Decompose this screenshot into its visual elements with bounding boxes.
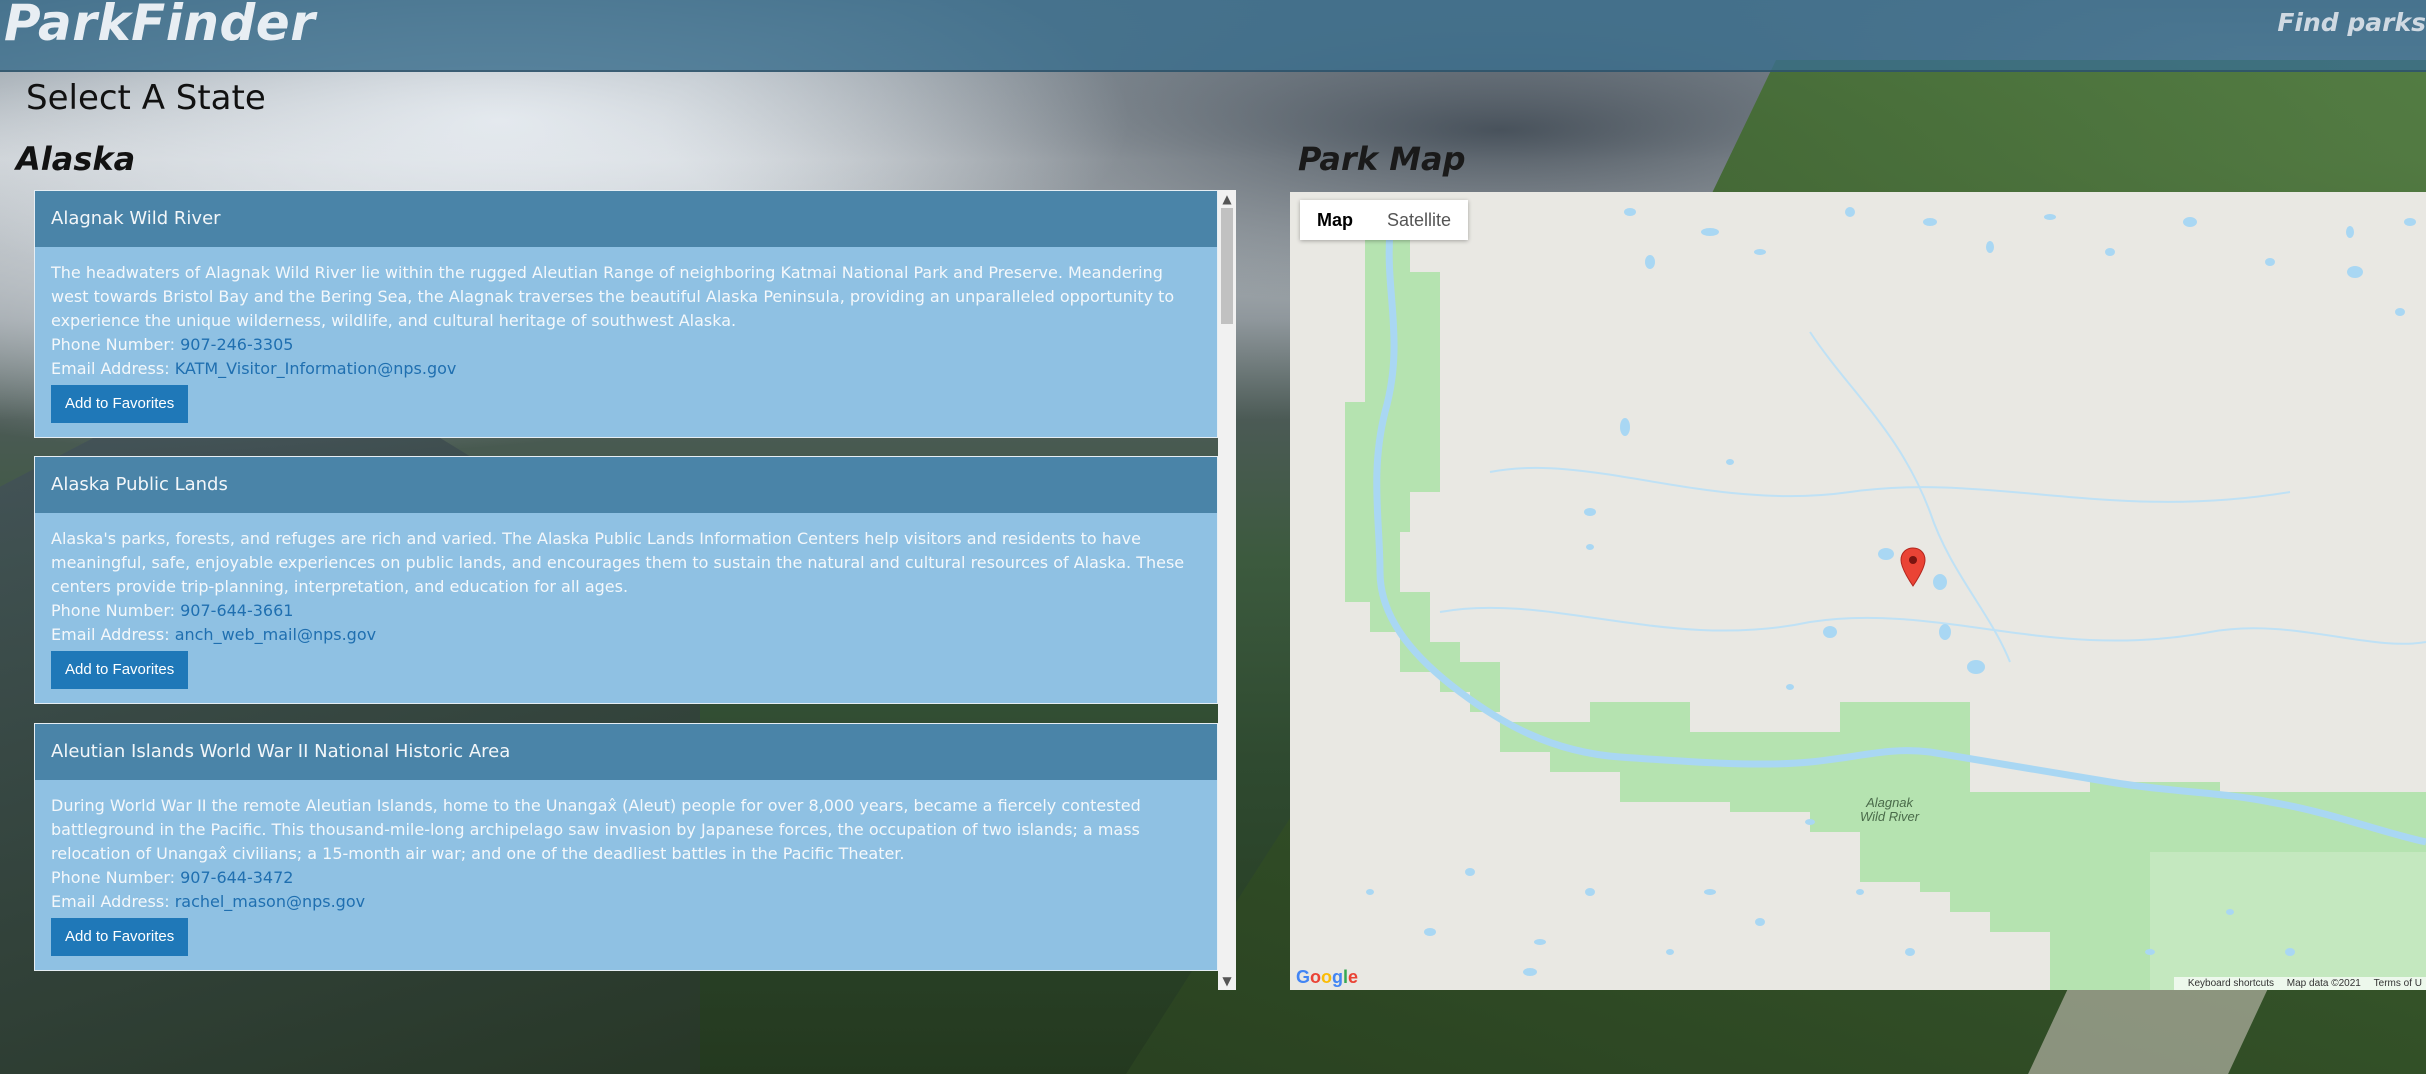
google-logo[interactable]: Google: [1296, 967, 1358, 988]
park-card: Aleutian Islands World War II National H…: [34, 723, 1218, 971]
email-link[interactable]: anch_web_mail@nps.gov: [175, 625, 376, 644]
park-list-scrollbar[interactable]: ▲ ▼: [1218, 190, 1236, 990]
park-email-row: Email Address: rachel_mason@nps.gov: [51, 890, 1201, 914]
add-to-favorites-button[interactable]: Add to Favorites: [51, 918, 189, 956]
keyboard-shortcuts-link[interactable]: Keyboard shortcuts: [2188, 978, 2274, 989]
phone-link[interactable]: 907-246-3305: [180, 335, 293, 354]
park-card-body: The headwaters of Alagnak Wild River lie…: [35, 247, 1217, 423]
phone-label: Phone Number:: [51, 868, 176, 887]
park-phone-row: Phone Number: 907-644-3661: [51, 599, 1201, 623]
river-branch: [1489, 466, 2291, 503]
map-place-label-line2: Wild River: [1860, 809, 1920, 824]
park-card-title: Alagnak Wild River: [35, 191, 1217, 247]
map-tiles: [1345, 207, 2426, 990]
river-branch: [1439, 606, 2426, 645]
park-card-title: Aleutian Islands World War II National H…: [35, 724, 1217, 780]
find-parks-link[interactable]: Find parks: [2277, 8, 2426, 37]
email-label: Email Address:: [51, 892, 170, 911]
scroll-down-arrow-icon[interactable]: ▼: [1218, 972, 1236, 990]
scrollbar-thumb[interactable]: [1221, 208, 1233, 324]
terms-link[interactable]: Terms of U: [2374, 978, 2422, 989]
map-attribution: Keyboard shortcuts Map data ©2021 Terms …: [2173, 977, 2426, 990]
map-place-label: Alagnak Wild River: [1860, 796, 1919, 824]
satellite-view-button[interactable]: Satellite: [1370, 200, 1468, 240]
email-link[interactable]: KATM_Visitor_Information@nps.gov: [175, 359, 457, 378]
park-email-row: Email Address: KATM_Visitor_Information@…: [51, 357, 1201, 381]
phone-label: Phone Number:: [51, 335, 176, 354]
park-phone-row: Phone Number: 907-246-3305: [51, 333, 1201, 357]
park-card-body: During World War II the remote Aleutian …: [35, 780, 1217, 956]
state-heading: Alaska: [16, 140, 136, 178]
map-view-button[interactable]: Map: [1300, 200, 1370, 240]
park-card-body: Alaska's parks, forests, and refuges are…: [35, 513, 1217, 689]
phone-link[interactable]: 907-644-3661: [180, 601, 293, 620]
park-map[interactable]: Map Satellite Alagnak Wild River Google …: [1290, 192, 2426, 990]
add-to-favorites-button[interactable]: Add to Favorites: [51, 651, 189, 689]
park-boundary-lower: [2150, 852, 2426, 990]
phone-link[interactable]: 907-644-3472: [180, 868, 293, 887]
map-heading: Park Map: [1298, 140, 1466, 178]
brand-logo[interactable]: ParkFinder: [4, 0, 315, 52]
park-card-title: Alaska Public Lands: [35, 457, 1217, 513]
park-phone-row: Phone Number: 907-644-3472: [51, 866, 1201, 890]
river-branch: [1809, 331, 2011, 663]
email-label: Email Address:: [51, 625, 170, 644]
select-state-dropdown[interactable]: Select A State: [26, 78, 266, 118]
map-type-toggle[interactable]: Map Satellite: [1300, 200, 1469, 240]
map-data-text: Map data ©2021: [2286, 978, 2361, 989]
park-description: Alaska's parks, forests, and refuges are…: [51, 529, 1185, 596]
park-email-row: Email Address: anch_web_mail@nps.gov: [51, 623, 1201, 647]
email-link[interactable]: rachel_mason@nps.gov: [175, 892, 365, 911]
map-pin-icon[interactable]: [1900, 547, 1926, 587]
top-navbar: ParkFinder Find parks: [0, 0, 2426, 72]
email-label: Email Address:: [51, 359, 170, 378]
map-place-label-line1: Alagnak: [1866, 795, 1914, 810]
add-to-favorites-button[interactable]: Add to Favorites: [51, 385, 189, 423]
scroll-up-arrow-icon[interactable]: ▲: [1218, 190, 1236, 208]
phone-label: Phone Number:: [51, 601, 176, 620]
park-description: The headwaters of Alagnak Wild River lie…: [51, 263, 1175, 330]
park-list[interactable]: Alagnak Wild River The headwaters of Ala…: [34, 190, 1218, 990]
park-card: Alagnak Wild River The headwaters of Ala…: [34, 190, 1218, 438]
park-description: During World War II the remote Aleutian …: [51, 796, 1141, 863]
park-card: Alaska Public Lands Alaska's parks, fore…: [34, 456, 1218, 704]
